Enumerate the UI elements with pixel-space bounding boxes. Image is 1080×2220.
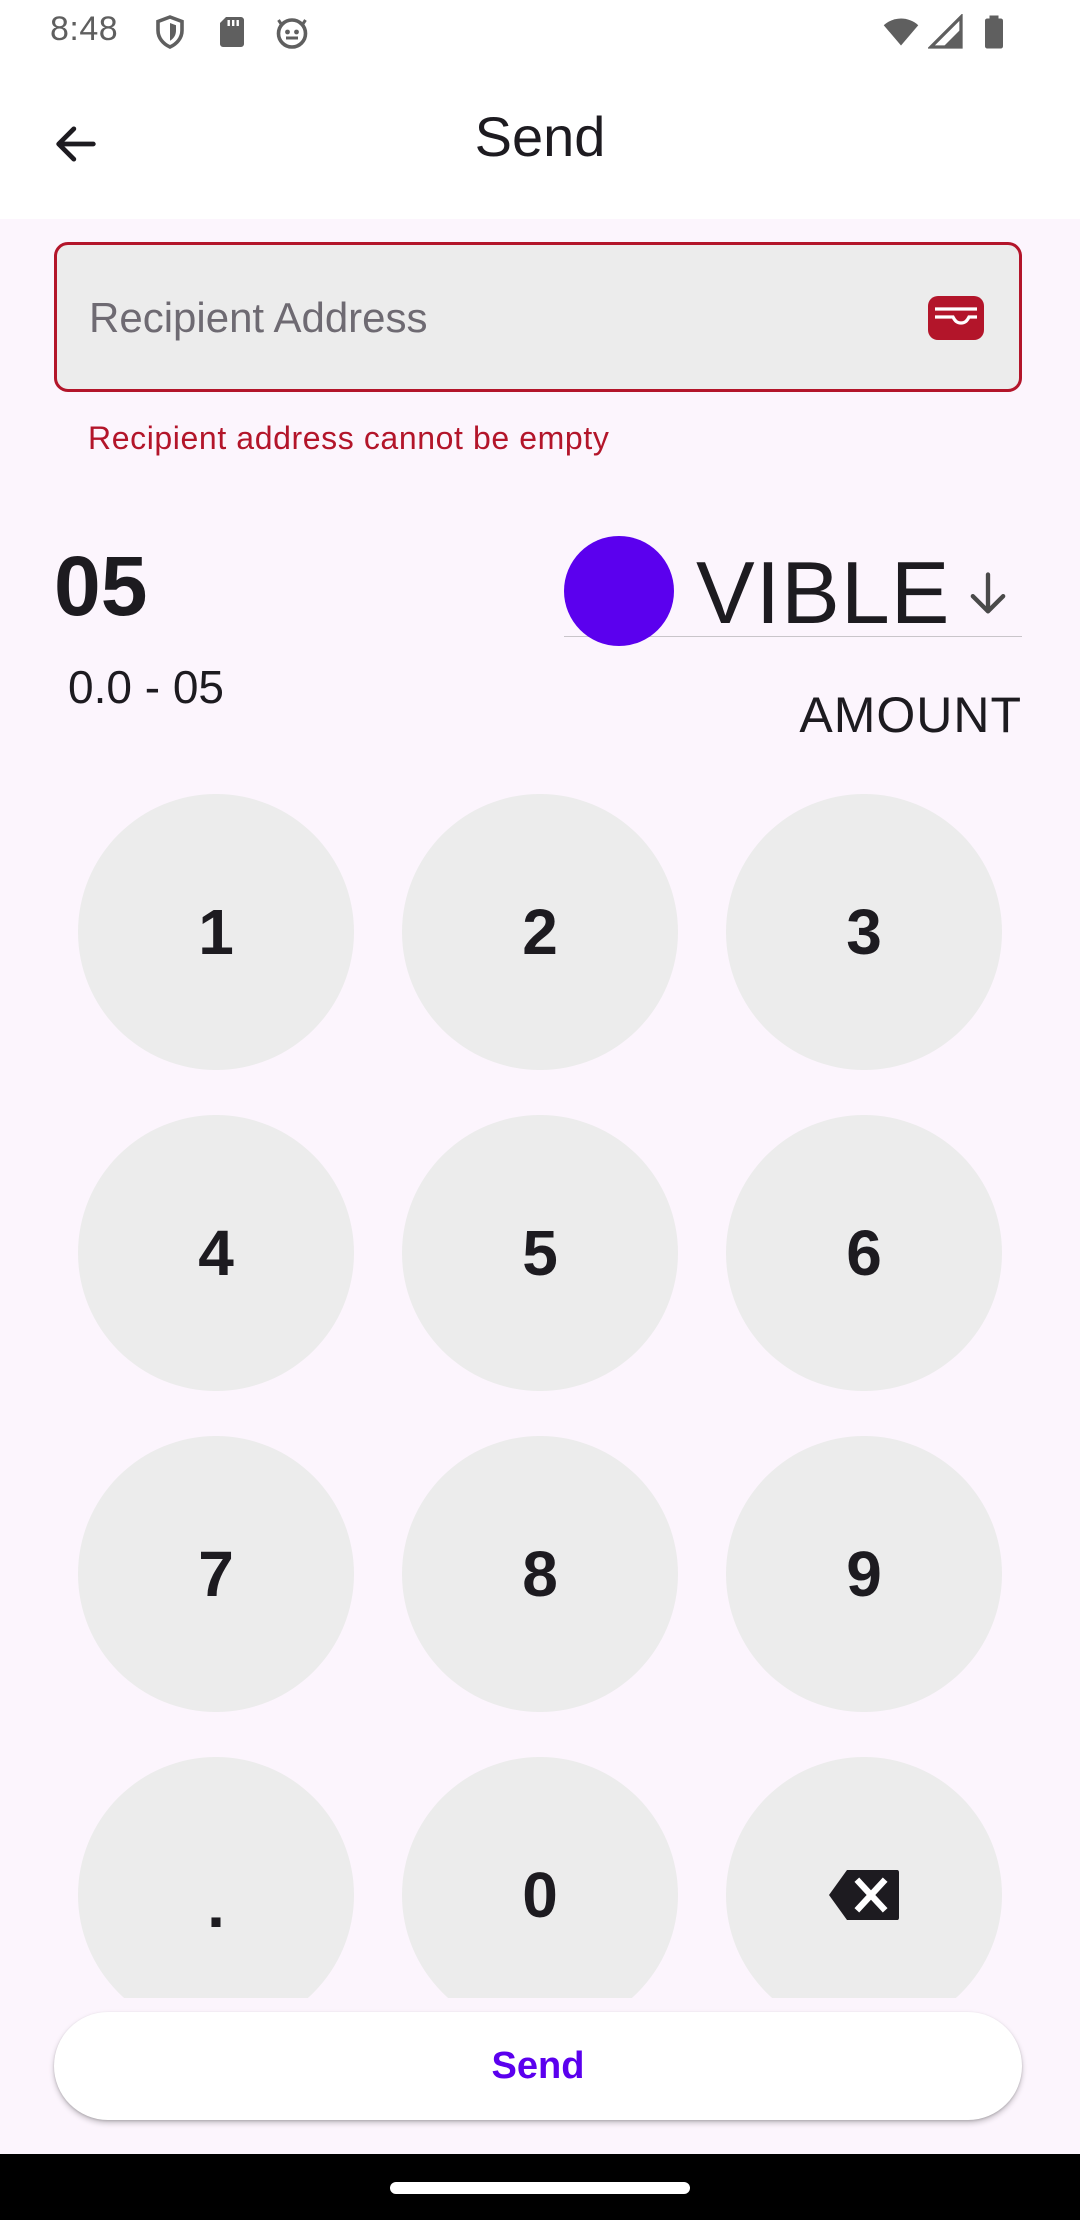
key-6[interactable]: 6 [726,1115,1002,1391]
cell-signal-icon [928,14,963,49]
shield-icon [156,15,184,49]
amount-value: 05 [54,539,148,633]
arrow-down-icon [970,572,1006,614]
wifi-icon [883,18,919,46]
key-4[interactable]: 4 [78,1115,354,1391]
wallet-icon [928,296,984,340]
keypad: 1 2 3 4 5 6 7 8 9 . 0 [0,780,1080,1998]
status-time: 8:48 [50,10,119,48]
key-backspace[interactable] [726,1757,1002,1998]
backspace-icon [829,1870,899,1920]
recipient-error-text: Recipient address cannot be empty [88,420,610,456]
send-button[interactable]: Send [54,2012,1022,2120]
key-decimal[interactable]: . [78,1757,354,1998]
page-title: Send [474,105,606,168]
key-1[interactable]: 1 [78,794,354,1070]
top-app-bar: Send [0,64,1080,219]
key-3[interactable]: 3 [726,794,1002,1070]
token-name: VIBLE [696,543,951,642]
key-5[interactable]: 5 [402,1115,678,1391]
key-7[interactable]: 7 [78,1436,354,1712]
recipient-address-input[interactable] [87,245,911,391]
home-gesture-handle[interactable] [390,2182,690,2194]
key-8[interactable]: 8 [402,1436,678,1712]
amount-range: 0.0 - 05 [68,661,224,713]
sd-card-icon [220,17,244,47]
send-screen: 8:48 Send Recipient Address Recipient ad… [0,0,1080,2220]
recipient-address-field[interactable] [54,242,1022,392]
key-9[interactable]: 9 [726,1436,1002,1712]
token-logo [564,536,674,646]
android-face-icon [276,18,308,49]
key-2[interactable]: 2 [402,794,678,1070]
amount-label: AMOUNT [799,687,1022,743]
status-bar: 8:48 [0,0,1080,64]
token-selector[interactable]: VIBLE [564,536,1022,646]
wallet-button[interactable] [927,295,985,341]
navigation-bar [0,2154,1080,2220]
battery-icon [985,15,1003,49]
key-0[interactable]: 0 [402,1757,678,1998]
